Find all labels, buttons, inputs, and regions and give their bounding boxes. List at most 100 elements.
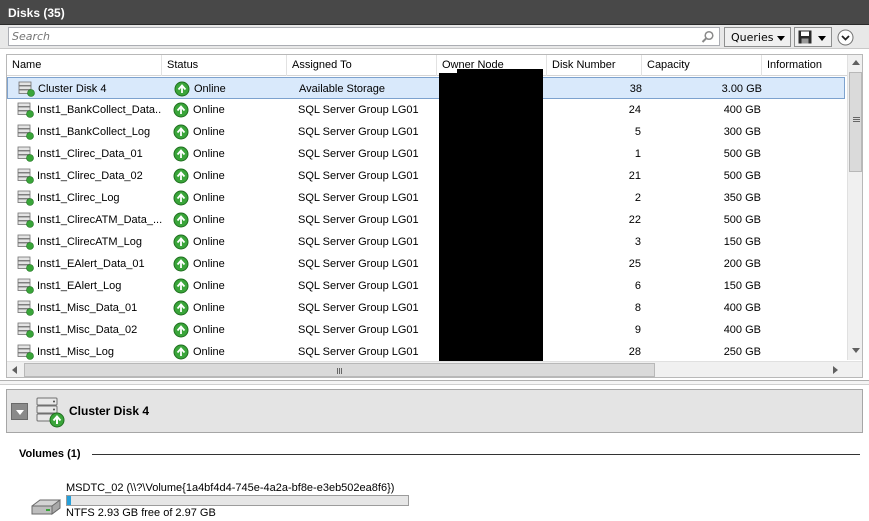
disk-number: 21 [628, 170, 641, 182]
scroll-up-icon[interactable] [852, 60, 860, 65]
disk-status: Online [193, 302, 225, 314]
scroll-left-icon[interactable] [12, 366, 17, 374]
grip-line [337, 368, 338, 374]
queries-button-label: Queries [731, 31, 774, 44]
disk-assigned-to: SQL Server Group LG01 [298, 126, 419, 138]
column-header-disk-number[interactable]: Disk Number [547, 55, 642, 76]
online-status-icon [173, 146, 189, 162]
disk-number: 6 [634, 280, 641, 292]
disk-assigned-to: SQL Server Group LG01 [298, 258, 419, 270]
disk-name: Inst1_EAlert_Data_01 [37, 258, 145, 270]
disk-status: Online [193, 170, 225, 182]
table-row[interactable]: Inst1_Clirec_Data_01 Online SQL Server Gro… [7, 143, 845, 165]
queries-button[interactable]: Queries [724, 27, 791, 47]
disk-status: Online [193, 346, 225, 358]
column-header-status[interactable]: Status [162, 55, 287, 76]
disk-capacity: 500 GB [723, 214, 761, 226]
disk-status: Online [194, 83, 226, 95]
disk-capacity: 250 GB [723, 346, 761, 358]
table-row[interactable]: Inst1_ClirecATM_Data_... Online SQL Server… [7, 209, 845, 231]
horizontal-scrollbar[interactable] [7, 361, 862, 377]
disk-assigned-to: SQL Server Group LG01 [298, 280, 419, 292]
volume-name[interactable]: MSDTC_02 (\\?\Volume{1a4bf4d4-745e-4a2a-… [66, 482, 394, 494]
grip-line [853, 119, 860, 120]
online-status-icon [173, 344, 189, 360]
cluster-disk-icon [17, 344, 34, 360]
disk-capacity: 500 GB [723, 170, 761, 182]
online-status-icon [173, 102, 189, 118]
volumes-divider [92, 454, 860, 455]
disk-assigned-to: SQL Server Group LG01 [298, 324, 419, 336]
column-header-capacity[interactable]: Capacity [642, 55, 762, 76]
scroll-down-icon[interactable] [852, 348, 860, 353]
table-row[interactable]: Inst1_Misc_Log Online SQL Server Group LG0… [7, 341, 845, 363]
grip-line [853, 121, 860, 122]
disk-number: 25 [628, 258, 641, 270]
disk-capacity: 300 GB [723, 126, 761, 138]
search-icon[interactable] [701, 30, 715, 44]
cluster-disk-icon [17, 212, 34, 228]
horizontal-scroll-thumb[interactable] [24, 363, 655, 377]
table-row[interactable]: Inst1_BankCollect_Data... Online SQL Serve… [7, 99, 845, 121]
disk-capacity: 400 GB [723, 324, 761, 336]
disk-assigned-to: SQL Server Group LG01 [298, 236, 419, 248]
collapse-pane-icon[interactable] [837, 29, 854, 46]
table-row[interactable]: Cluster Disk 4 Online Available Storage 38 3… [7, 77, 845, 99]
table-row[interactable]: Inst1_ClirecATM_Log Online SQL Server Grou… [7, 231, 845, 253]
cluster-disk-icon [17, 300, 34, 316]
volume-drive-icon [31, 499, 61, 515]
table-row[interactable]: Inst1_Misc_Data_01 Online SQL Server Group… [7, 297, 845, 319]
cluster-disk-icon [17, 168, 34, 184]
volume-usage-bar [66, 495, 409, 506]
cluster-disk-icon [17, 102, 34, 118]
scroll-right-icon[interactable] [833, 366, 838, 374]
search-input[interactable] [12, 29, 692, 44]
disk-number: 38 [629, 83, 642, 95]
column-header-assigned-to[interactable]: Assigned To [287, 55, 437, 76]
table-row[interactable]: Inst1_Misc_Data_02 Online SQL Server Group… [7, 319, 845, 341]
disk-name: Inst1_Misc_Data_01 [37, 302, 138, 314]
table-row[interactable]: Inst1_EAlert_Data_01 Online SQL Server Gro… [7, 253, 845, 275]
disk-name: Inst1_ClirecATM_Log [37, 236, 142, 248]
vertical-scroll-thumb[interactable] [849, 72, 862, 172]
disk-assigned-to: Available Storage [299, 83, 386, 95]
toolbar: Queries [0, 25, 869, 49]
vertical-scrollbar[interactable] [847, 55, 862, 360]
detail-collapse-button[interactable] [11, 403, 28, 420]
pane-title-bar: Disks (35) [0, 0, 869, 25]
online-status-icon [173, 168, 189, 184]
save-icon [798, 30, 812, 44]
online-status-icon [173, 278, 189, 294]
disk-status: Online [193, 148, 225, 160]
cluster-disk-icon [36, 397, 65, 428]
volume-free-space: NTFS 2.93 GB free of 2.97 GB [66, 507, 216, 519]
disk-capacity: 150 GB [723, 280, 761, 292]
disk-name: Inst1_Misc_Data_02 [37, 324, 138, 336]
disk-capacity: 500 GB [723, 148, 761, 160]
search-box[interactable] [8, 27, 720, 46]
disks-grid: Name Status Assigned To Owner Node Disk … [6, 54, 863, 378]
table-row[interactable]: Inst1_Clirec_Data_02 Online SQL Server Gro… [7, 165, 845, 187]
column-header-name[interactable]: Name [7, 55, 162, 76]
online-status-icon [173, 234, 189, 250]
volume-usage-fill [67, 496, 72, 505]
cluster-disk-icon [17, 234, 34, 250]
table-row[interactable]: Inst1_Clirec_Log Online SQL Server Group L… [7, 187, 845, 209]
disk-capacity: 150 GB [723, 236, 761, 248]
chevron-down-icon [16, 410, 24, 415]
volumes-section-label: Volumes (1) [19, 448, 81, 460]
disk-number: 28 [628, 346, 641, 358]
table-row[interactable]: Inst1_BankCollect_Log Online SQL Server Gr… [7, 121, 845, 143]
online-status-icon [173, 322, 189, 338]
cluster-disk-icon [18, 81, 35, 97]
pane-splitter[interactable] [0, 380, 869, 385]
online-status-icon [173, 256, 189, 272]
table-row[interactable]: Inst1_EAlert_Log Online SQL Server Group L… [7, 275, 845, 297]
disk-name: Inst1_BankCollect_Data... [37, 104, 162, 116]
column-header-information[interactable]: Information [762, 55, 847, 76]
disk-name: Inst1_ClirecATM_Data_... [37, 214, 162, 226]
disk-number: 24 [628, 104, 641, 116]
disk-status: Online [193, 104, 225, 116]
grid-header: Name Status Assigned To Owner Node Disk … [7, 55, 847, 76]
save-query-button[interactable] [794, 27, 832, 47]
